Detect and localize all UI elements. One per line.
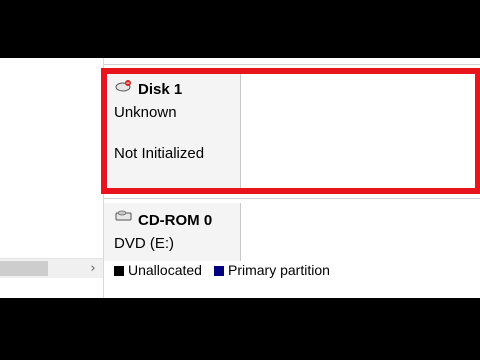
disk-type: DVD (E:) [114,235,174,252]
disk-name: Disk 1 [138,81,183,98]
disk-unknown-icon [115,80,131,92]
legend-primary-partition: Primary partition [214,262,330,278]
cdrom-volume-area[interactable] [241,203,480,261]
disk-row-cdrom0[interactable]: CD-ROM 0 DVD (E:) [104,203,480,261]
disk-management-window: › Disk 1 Unknown Not Initialized CD-ROM … [0,58,480,298]
scroll-right-icon[interactable]: › [84,259,102,278]
unallocated-volume-area[interactable] [241,72,480,192]
disk-status: Not Initialized [114,145,205,162]
cdrom-icon [115,210,132,221]
scrollbar-thumb[interactable] [0,261,48,276]
disk-type: Unknown [114,104,177,121]
disk-label-cell[interactable]: Disk 1 Unknown Not Initialized [104,72,241,192]
horizontal-scrollbar[interactable]: › [0,258,103,278]
disk-graphical-view: Disk 1 Unknown Not Initialized CD-ROM 0 … [101,58,480,298]
unallocated-swatch-icon [114,266,124,276]
disk-row-disk1[interactable]: Disk 1 Unknown Not Initialized [104,72,480,192]
volume-list-pane: › [0,58,104,298]
row-divider [104,64,480,65]
row-divider [104,198,480,199]
disk-name: CD-ROM 0 [138,212,213,229]
disk-label-cell[interactable]: CD-ROM 0 DVD (E:) [104,203,241,261]
primary-partition-swatch-icon [214,266,224,276]
legend-unallocated: Unallocated [114,262,202,278]
